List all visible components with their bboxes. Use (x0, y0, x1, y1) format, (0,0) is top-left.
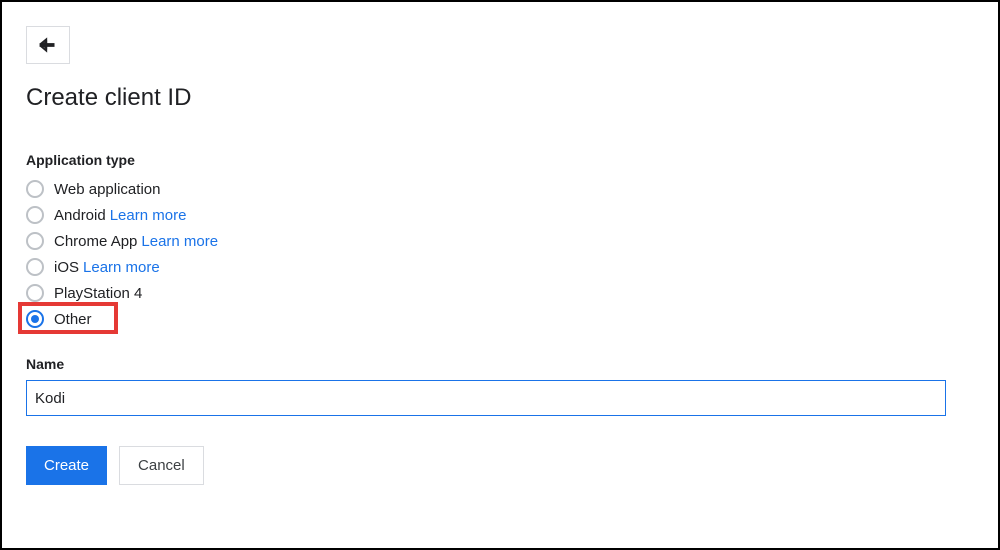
dialog-frame: Create client ID Application type Web ap… (0, 0, 1000, 550)
name-label: Name (26, 356, 974, 372)
button-row: Create Cancel (26, 446, 974, 485)
radio-option-chrome-app[interactable]: Chrome App Learn more (26, 228, 974, 254)
radio-label: Web application (54, 181, 160, 198)
radio-icon (26, 258, 44, 276)
radio-label: PlayStation 4 (54, 285, 142, 302)
learn-more-link[interactable]: Learn more (110, 207, 187, 224)
radio-label: Chrome App (54, 233, 137, 250)
learn-more-link[interactable]: Learn more (141, 233, 218, 250)
radio-icon (26, 232, 44, 250)
application-type-radio-group: Web application Android Learn more Chrom… (26, 176, 974, 332)
radio-icon (26, 284, 44, 302)
back-button[interactable] (26, 26, 70, 64)
radio-option-other[interactable]: Other (26, 306, 974, 332)
radio-icon (26, 310, 44, 328)
radio-option-ios[interactable]: iOS Learn more (26, 254, 974, 280)
application-type-label: Application type (26, 152, 974, 168)
learn-more-link[interactable]: Learn more (83, 259, 160, 276)
page-title: Create client ID (26, 84, 974, 112)
radio-label: Other (54, 311, 92, 328)
radio-option-web-application[interactable]: Web application (26, 176, 974, 202)
radio-option-playstation-4[interactable]: PlayStation 4 (26, 280, 974, 306)
radio-selected-dot-icon (31, 315, 39, 323)
radio-option-android[interactable]: Android Learn more (26, 202, 974, 228)
name-input[interactable] (26, 380, 946, 416)
create-button[interactable]: Create (26, 446, 107, 485)
radio-icon (26, 180, 44, 198)
radio-icon (26, 206, 44, 224)
back-arrow-icon (37, 34, 59, 56)
cancel-button[interactable]: Cancel (119, 446, 204, 485)
radio-label: iOS (54, 259, 79, 276)
radio-label: Android (54, 207, 106, 224)
